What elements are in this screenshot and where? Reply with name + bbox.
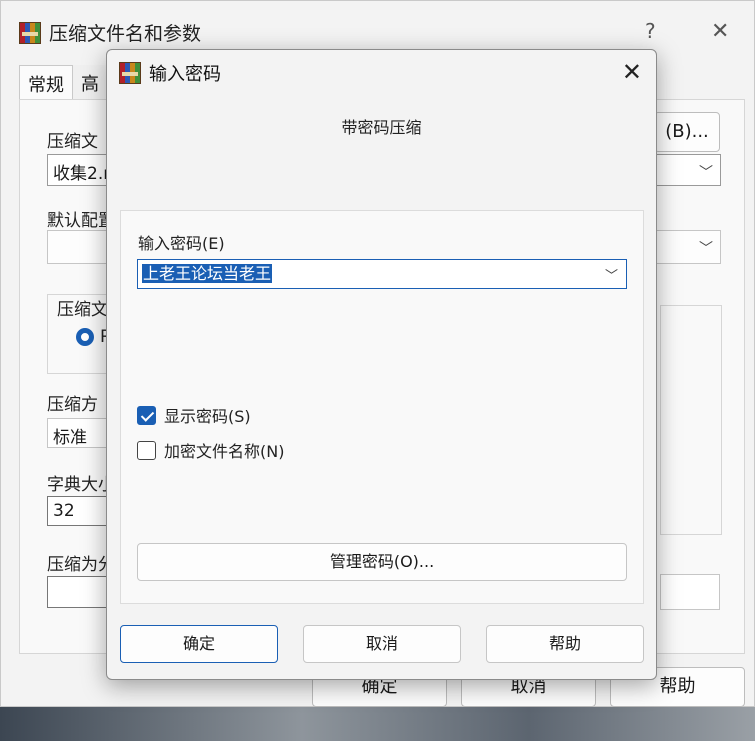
tab-advanced[interactable]: 高 bbox=[73, 65, 107, 102]
chevron-down-icon: ﹀ bbox=[699, 241, 713, 257]
cancel-button[interactable]: 取消 bbox=[303, 625, 461, 663]
chevron-down-icon: ﹀ bbox=[699, 165, 713, 181]
options-group bbox=[660, 305, 722, 535]
dialog-titlebar: 输入密码 bbox=[119, 60, 221, 86]
archive-format-label: 压缩文 bbox=[57, 300, 108, 320]
winrar-app-icon bbox=[119, 62, 141, 84]
browse-button[interactable]: (B)... bbox=[654, 112, 720, 152]
manage-passwords-button[interactable]: 管理密码(O)... bbox=[137, 543, 627, 581]
chevron-down-icon[interactable]: ﹀ bbox=[605, 265, 618, 284]
password-input[interactable]: 上老王论坛当老王 bbox=[142, 264, 273, 283]
rar-radio[interactable] bbox=[76, 328, 94, 346]
tab-bar: 常规 高 bbox=[19, 65, 107, 102]
dialog-header: 带密码压缩 bbox=[341, 118, 422, 137]
dialog-title: 输入密码 bbox=[149, 64, 221, 85]
back-window-title: 压缩文件名和参数 bbox=[49, 23, 202, 45]
compress-method-value: 标准 bbox=[53, 428, 87, 448]
encrypt-names-checkbox[interactable] bbox=[137, 440, 156, 460]
show-password-option[interactable]: 显示密码(S) bbox=[137, 403, 251, 427]
encrypt-names-option[interactable]: 加密文件名称(N) bbox=[137, 438, 284, 462]
show-password-checkbox[interactable] bbox=[137, 405, 156, 425]
help-button[interactable]: 帮助 bbox=[486, 625, 644, 663]
close-icon[interactable]: ✕ bbox=[711, 19, 729, 44]
close-icon[interactable]: ✕ bbox=[622, 58, 642, 86]
enter-password-dialog: 输入密码 ✕ 带密码压缩 输入密码(E) 上老王论坛当老王 ﹀ 显示密码(S) … bbox=[106, 49, 657, 680]
compress-method-label: 压缩方 bbox=[47, 395, 98, 415]
dict-size-label: 字典大小 bbox=[47, 475, 115, 495]
password-combo[interactable]: 上老王论坛当老王 ﹀ bbox=[137, 259, 627, 289]
default-config-label: 默认配置 bbox=[47, 211, 115, 231]
archive-name-value: 收集2.r bbox=[53, 164, 111, 184]
winrar-app-icon bbox=[19, 21, 41, 44]
encrypt-names-label: 加密文件名称(N) bbox=[164, 442, 285, 461]
password-label: 输入密码(E) bbox=[138, 234, 225, 253]
password-panel: 输入密码(E) 上老王论坛当老王 ﹀ 显示密码(S) 加密文件名称(N) 管理密… bbox=[120, 210, 644, 604]
ok-button[interactable]: 确定 bbox=[120, 625, 278, 663]
archive-name-label: 压缩文 bbox=[47, 132, 98, 152]
dict-size-value: 32 bbox=[53, 501, 75, 521]
back-window-titlebar: 压缩文件名和参数 bbox=[19, 19, 201, 46]
split-volumes-label: 压缩为分 bbox=[47, 555, 115, 575]
tab-general[interactable]: 常规 bbox=[19, 65, 73, 102]
background-bottom bbox=[0, 707, 755, 741]
show-password-label: 显示密码(S) bbox=[164, 407, 251, 426]
right-field[interactable] bbox=[660, 574, 720, 610]
help-icon[interactable]: ? bbox=[645, 19, 656, 43]
